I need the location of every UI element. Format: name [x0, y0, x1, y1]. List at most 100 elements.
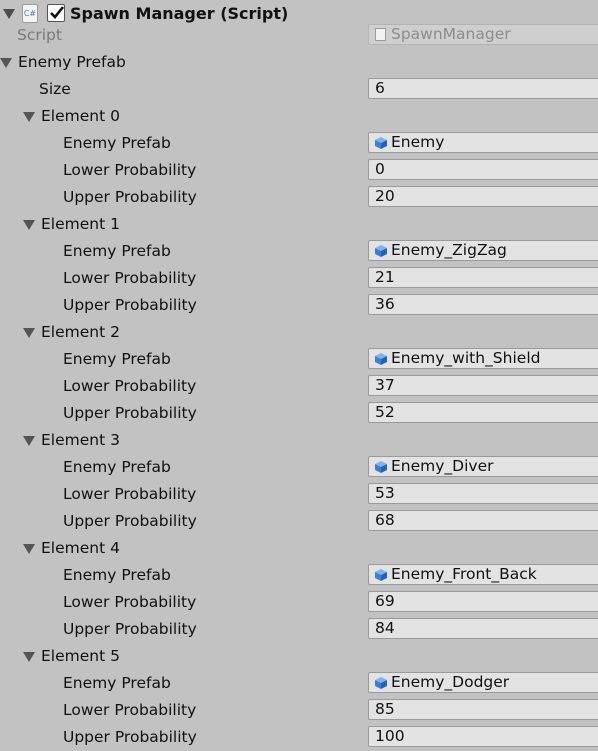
- upper-probability-value: 100: [375, 727, 405, 745]
- upper-probability-label: Upper Probability: [63, 728, 197, 746]
- script-file-icon: [375, 28, 386, 41]
- enemy-prefab-label: Enemy Prefab: [63, 458, 171, 476]
- script-field[interactable]: SpawnManager: [368, 24, 598, 45]
- enemy-prefab-field[interactable]: Enemy_Dodger: [368, 672, 598, 693]
- lower-probability-value: 85: [375, 700, 395, 718]
- enemy-prefab-field[interactable]: Enemy_with_Shield: [368, 348, 598, 369]
- upper-probability-field[interactable]: 84: [368, 618, 598, 639]
- enemy-prefab-label: Enemy Prefab: [63, 350, 171, 368]
- lower-probability-value: 53: [375, 484, 395, 502]
- lower-probability-field[interactable]: 0: [368, 159, 598, 180]
- prefab-cube-icon: [375, 677, 387, 689]
- enemy-prefab-label: Enemy Prefab: [63, 134, 171, 152]
- prefab-cube-icon: [375, 569, 387, 581]
- upper-probability-row: Upper Probability 68: [0, 508, 598, 535]
- upper-probability-label: Upper Probability: [63, 296, 197, 314]
- enemy-prefab-value: Enemy: [391, 133, 445, 151]
- script-row: Script SpawnManager: [0, 22, 598, 49]
- component-enabled-checkbox[interactable]: [47, 4, 65, 22]
- upper-probability-label: Upper Probability: [63, 620, 197, 638]
- array-label: Enemy Prefab: [18, 53, 126, 71]
- element-foldout[interactable]: Element 0: [0, 103, 598, 130]
- enemy-prefab-value: Enemy_with_Shield: [391, 349, 541, 367]
- lower-probability-label: Lower Probability: [63, 485, 197, 503]
- prefab-cube-icon: [375, 245, 387, 257]
- lower-probability-field[interactable]: 69: [368, 591, 598, 612]
- foldout-triangle-icon[interactable]: [23, 436, 35, 446]
- foldout-triangle-icon[interactable]: [23, 652, 35, 662]
- enemy-prefab-field[interactable]: Enemy_Diver: [368, 456, 598, 477]
- lower-probability-row: Lower Probability 0: [0, 157, 598, 184]
- enemy-prefab-row: Enemy Prefab Enemy_Diver: [0, 454, 598, 481]
- upper-probability-label: Upper Probability: [63, 512, 197, 530]
- lower-probability-field[interactable]: 37: [368, 375, 598, 396]
- checkmark-icon: [50, 6, 65, 19]
- prefab-cube-icon: [375, 461, 387, 473]
- upper-probability-value: 52: [375, 403, 395, 421]
- element-label: Element 5: [41, 647, 120, 665]
- element-label: Element 3: [41, 431, 120, 449]
- enemy-prefab-row: Enemy Prefab Enemy_with_Shield: [0, 346, 598, 373]
- lower-probability-value: 37: [375, 376, 395, 394]
- size-value: 6: [375, 79, 385, 97]
- lower-probability-value: 0: [375, 160, 385, 178]
- upper-probability-value: 36: [375, 295, 395, 313]
- prefab-cube-icon: [375, 353, 387, 365]
- foldout-triangle-icon[interactable]: [23, 112, 35, 122]
- element-foldout[interactable]: Element 4: [0, 535, 598, 562]
- enemy-prefab-row: Enemy Prefab Enemy_Dodger: [0, 670, 598, 697]
- size-label: Size: [39, 80, 71, 98]
- element-label: Element 1: [41, 215, 120, 233]
- upper-probability-row: Upper Probability 100: [0, 724, 598, 751]
- enemy-prefab-row: Enemy Prefab Enemy_Front_Back: [0, 562, 598, 589]
- array-foldout[interactable]: Enemy Prefab: [0, 49, 598, 76]
- upper-probability-field[interactable]: 20: [368, 186, 598, 207]
- lower-probability-field[interactable]: 85: [368, 699, 598, 720]
- size-row: Size 6: [0, 76, 598, 103]
- element-foldout[interactable]: Element 3: [0, 427, 598, 454]
- enemy-prefab-row: Enemy Prefab Enemy_ZigZag: [0, 238, 598, 265]
- upper-probability-label: Upper Probability: [63, 404, 197, 422]
- upper-probability-field[interactable]: 52: [368, 402, 598, 423]
- upper-probability-field[interactable]: 68: [368, 510, 598, 531]
- lower-probability-value: 21: [375, 268, 395, 286]
- enemy-prefab-row: Enemy Prefab Enemy: [0, 130, 598, 157]
- size-field[interactable]: 6: [368, 78, 598, 99]
- foldout-triangle-icon[interactable]: [0, 58, 12, 68]
- lower-probability-row: Lower Probability 53: [0, 481, 598, 508]
- upper-probability-label: Upper Probability: [63, 188, 197, 206]
- foldout-triangle-icon[interactable]: [23, 328, 35, 338]
- upper-probability-value: 68: [375, 511, 395, 529]
- element-label: Element 4: [41, 539, 120, 557]
- lower-probability-value: 69: [375, 592, 395, 610]
- prefab-cube-icon: [375, 137, 387, 149]
- upper-probability-field[interactable]: 100: [368, 726, 598, 747]
- enemy-prefab-label: Enemy Prefab: [63, 674, 171, 692]
- lower-probability-field[interactable]: 21: [368, 267, 598, 288]
- script-value: SpawnManager: [391, 25, 511, 43]
- upper-probability-field[interactable]: 36: [368, 294, 598, 315]
- lower-probability-label: Lower Probability: [63, 161, 197, 179]
- foldout-triangle-icon[interactable]: [23, 220, 35, 230]
- element-foldout[interactable]: Element 2: [0, 319, 598, 346]
- lower-probability-field[interactable]: 53: [368, 483, 598, 504]
- enemy-prefab-field[interactable]: Enemy: [368, 132, 598, 153]
- upper-probability-row: Upper Probability 52: [0, 400, 598, 427]
- lower-probability-label: Lower Probability: [63, 701, 197, 719]
- foldout-triangle-icon[interactable]: [3, 9, 15, 19]
- lower-probability-row: Lower Probability 85: [0, 697, 598, 724]
- foldout-triangle-icon[interactable]: [23, 544, 35, 554]
- element-foldout[interactable]: Element 5: [0, 643, 598, 670]
- enemy-prefab-value: Enemy_Diver: [391, 457, 494, 475]
- element-foldout[interactable]: Element 1: [0, 211, 598, 238]
- lower-probability-label: Lower Probability: [63, 593, 197, 611]
- enemy-prefab-value: Enemy_Front_Back: [391, 565, 537, 583]
- lower-probability-row: Lower Probability 37: [0, 373, 598, 400]
- csharp-script-icon: C#: [22, 4, 38, 23]
- upper-probability-value: 20: [375, 187, 395, 205]
- script-label: Script: [17, 26, 62, 44]
- enemy-prefab-label: Enemy Prefab: [63, 566, 171, 584]
- upper-probability-row: Upper Probability 20: [0, 184, 598, 211]
- enemy-prefab-field[interactable]: Enemy_ZigZag: [368, 240, 598, 261]
- enemy-prefab-field[interactable]: Enemy_Front_Back: [368, 564, 598, 585]
